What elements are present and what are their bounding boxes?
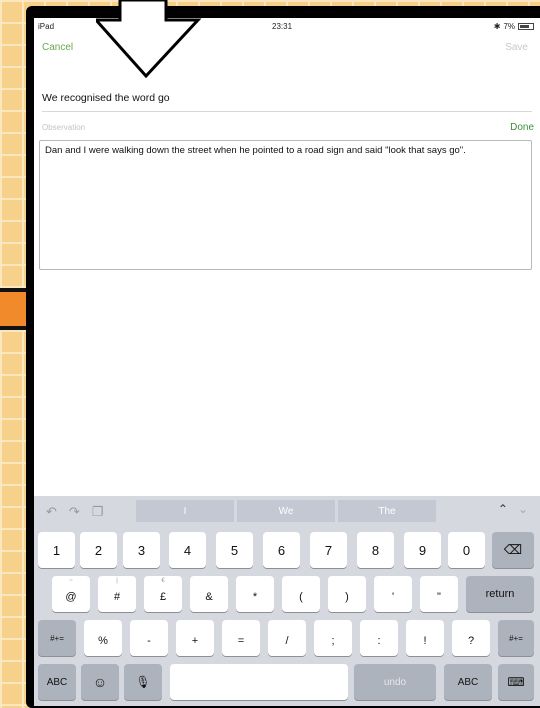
shift-symbols-right[interactable]: #+= xyxy=(498,620,534,656)
key-percent[interactable]: % xyxy=(84,620,122,656)
key-exclamation[interactable]: ! xyxy=(406,620,444,656)
observation-textarea[interactable]: Dan and I were walking down the street w… xyxy=(39,140,532,270)
bluetooth-icon: ✱ xyxy=(493,22,501,31)
key-ampersand[interactable]: & xyxy=(190,576,228,612)
device-name: iPad xyxy=(38,22,55,31)
edit-tools: ↶ ↷ ❐ xyxy=(46,504,103,520)
key-at[interactable]: ~ @ xyxy=(52,576,90,612)
key-colon[interactable]: : xyxy=(360,620,398,656)
abc-key-left[interactable]: ABC xyxy=(38,664,76,700)
cancel-button[interactable]: Cancel xyxy=(42,42,73,53)
backspace-icon: ⌫ xyxy=(503,542,523,557)
abc-key-right[interactable]: ABC xyxy=(444,664,492,700)
on-screen-keyboard: ↶ ↷ ❐ I We The ⌃ ⌄ 1 2 3 4 5 6 7 8 9 0 ⌫… xyxy=(34,496,540,706)
key-apostrophe[interactable]: ' xyxy=(374,576,412,612)
save-button[interactable]: Save xyxy=(505,42,528,53)
space-bar[interactable] xyxy=(170,664,348,700)
shift-symbols-left[interactable]: #+= xyxy=(38,620,76,656)
key-pound[interactable]: € £ xyxy=(144,576,182,612)
key-6[interactable]: 6 xyxy=(263,532,300,568)
undo-key[interactable]: undo xyxy=(354,664,436,700)
pointer-arrow-icon xyxy=(96,0,202,79)
suggestion-1[interactable]: I xyxy=(136,500,234,522)
key-quote[interactable]: " xyxy=(420,576,458,612)
emoji-key[interactable]: ☺ xyxy=(81,664,119,700)
suggestion-3[interactable]: The xyxy=(338,500,436,522)
key-3[interactable]: 3 xyxy=(123,532,160,568)
key-2[interactable]: 2 xyxy=(80,532,117,568)
key-paren-open[interactable]: ( xyxy=(282,576,320,612)
key-7[interactable]: 7 xyxy=(310,532,347,568)
key-1[interactable]: 1 xyxy=(38,532,75,568)
arrow-keys: ⌃ ⌄ xyxy=(498,502,528,516)
key-8[interactable]: 8 xyxy=(357,532,394,568)
keyboard-icon: ⌨ xyxy=(507,675,525,689)
undo-icon[interactable]: ↶ xyxy=(46,504,57,520)
title-input[interactable]: We recognised the word go xyxy=(42,92,532,112)
paste-icon[interactable]: ❐ xyxy=(92,504,104,520)
delete-key[interactable]: ⌫ xyxy=(492,532,534,568)
chevron-down-icon[interactable]: ⌄ xyxy=(518,502,528,516)
done-button[interactable]: Done xyxy=(510,122,534,133)
hide-keyboard-key[interactable]: ⌨ xyxy=(498,664,534,700)
battery-icon xyxy=(518,23,534,30)
key-question[interactable]: ? xyxy=(452,620,490,656)
key-equals[interactable]: = xyxy=(222,620,260,656)
key-semicolon[interactable]: ; xyxy=(314,620,352,656)
mic-key[interactable]: 🎙 xyxy=(124,664,162,700)
key-4[interactable]: 4 xyxy=(169,532,206,568)
return-key[interactable]: return xyxy=(466,576,534,612)
key-0[interactable]: 0 xyxy=(448,532,485,568)
observation-label: Observation xyxy=(42,123,86,132)
microphone-icon: 🎙 xyxy=(135,675,151,689)
suggestion-bar: ↶ ↷ ❐ I We The ⌃ ⌄ xyxy=(34,496,540,526)
key-minus[interactable]: - xyxy=(130,620,168,656)
ipad-screen: iPad 23:31 ✱ 7% Cancel Save We recognise… xyxy=(34,18,540,706)
key-5[interactable]: 5 xyxy=(216,532,253,568)
emoji-icon: ☺ xyxy=(92,674,108,690)
redo-icon[interactable]: ↷ xyxy=(69,504,80,520)
key-9[interactable]: 9 xyxy=(404,532,441,568)
battery-percent: 7% xyxy=(503,22,515,31)
key-hash[interactable]: | # xyxy=(98,576,136,612)
key-plus[interactable]: + xyxy=(176,620,214,656)
suggestion-2[interactable]: We xyxy=(237,500,335,522)
clock: 23:31 xyxy=(272,22,293,31)
key-paren-close[interactable]: ) xyxy=(328,576,366,612)
chevron-up-icon[interactable]: ⌃ xyxy=(498,502,508,516)
battery-status: ✱ 7% xyxy=(494,22,534,31)
key-asterisk[interactable]: * xyxy=(236,576,274,612)
key-slash[interactable]: / xyxy=(268,620,306,656)
